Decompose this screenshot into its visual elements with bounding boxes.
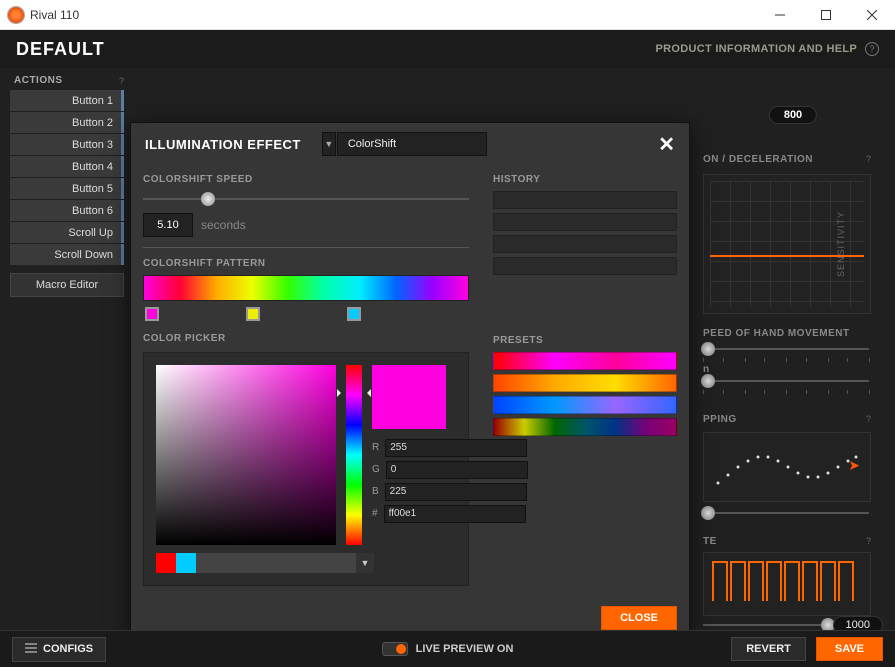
swatch[interactable] (296, 553, 316, 573)
save-button[interactable]: SAVE (816, 637, 883, 661)
acceleration-graph[interactable]: SENSITIVITY (703, 174, 871, 314)
swatch[interactable] (236, 553, 256, 573)
history-label: HISTORY (493, 174, 677, 185)
configs-label: CONFIGS (43, 643, 93, 655)
current-color-swatch (372, 365, 446, 429)
swatch[interactable] (196, 553, 216, 573)
help-icon[interactable]: ? (866, 154, 871, 164)
app-logo-icon (8, 7, 24, 23)
maximize-button[interactable] (803, 0, 849, 30)
effect-dropdown[interactable]: ▼ ColorShift (337, 132, 487, 156)
app-header: DEFAULT PRODUCT INFORMATION AND HELP ? (0, 30, 895, 68)
swatch[interactable] (336, 553, 356, 573)
preset-1[interactable] (493, 352, 677, 370)
modal-close-x[interactable]: ✕ (658, 132, 675, 157)
close-window-button[interactable] (849, 0, 895, 30)
swatch[interactable] (176, 553, 196, 573)
hand-speed-label: PEED OF HAND MOVEMENT (703, 328, 850, 339)
polling-rate-graph (703, 552, 871, 616)
action-button-3[interactable]: Button 3 (10, 134, 124, 155)
g-label: G (372, 464, 380, 475)
help-icon[interactable]: ? (865, 42, 879, 56)
hue-bar[interactable] (346, 365, 362, 545)
on-slider-knob[interactable] (701, 374, 715, 388)
history-slot[interactable] (493, 213, 677, 231)
saturation-value-area[interactable] (156, 365, 336, 545)
window-title: Rival 110 (30, 8, 79, 22)
minimize-button[interactable] (757, 0, 803, 30)
cpi-value[interactable]: 800 (769, 106, 817, 124)
history-slot[interactable] (493, 191, 677, 209)
speed-slider-knob[interactable] (201, 192, 215, 206)
close-button[interactable]: CLOSE (601, 606, 677, 630)
actions-label: ACTIONS (10, 72, 63, 90)
acceleration-label: ON / DECELERATION (703, 154, 813, 165)
profile-name: DEFAULT (16, 39, 105, 60)
help-icon[interactable]: ? (866, 414, 871, 424)
sensitivity-axis-label: SENSITIVITY (836, 211, 846, 277)
actions-sidebar: ACTIONS ? Button 1Button 2Button 3Button… (10, 72, 124, 297)
color-picker-label: COLOR PICKER (143, 333, 469, 344)
preset-4[interactable] (493, 418, 677, 436)
hex-label: # (372, 508, 378, 519)
polling-rate-label: TE (703, 536, 717, 547)
pattern-marker[interactable] (347, 307, 361, 321)
presets-label: PRESETS (493, 335, 677, 346)
preset-2[interactable] (493, 374, 677, 392)
angle-snapping-label: PPING (703, 414, 737, 425)
history-slot[interactable] (493, 257, 677, 275)
speed-unit: seconds (201, 218, 246, 232)
action-button-5[interactable]: Button 5 (10, 178, 124, 199)
snapping-slider-knob[interactable] (701, 506, 715, 520)
action-button-6[interactable]: Button 6 (10, 200, 124, 221)
pattern-marker[interactable] (246, 307, 260, 321)
colorshift-pattern-label: COLORSHIFT PATTERN (143, 258, 469, 269)
action-scroll-up[interactable]: Scroll Up (10, 222, 124, 243)
window-titlebar: Rival 110 (0, 0, 895, 30)
action-scroll-down[interactable]: Scroll Down (10, 244, 124, 265)
effect-selected: ColorShift (348, 138, 396, 150)
swatch[interactable] (256, 553, 276, 573)
help-icon[interactable]: ? (119, 76, 124, 86)
action-button-2[interactable]: Button 2 (10, 112, 124, 133)
revert-button[interactable]: REVERT (731, 637, 806, 661)
r-label: R (372, 442, 379, 453)
bottom-bar: CONFIGS LIVE PREVIEW ON REVERT SAVE (0, 630, 895, 667)
live-preview-toggle[interactable]: LIVE PREVIEW ON (382, 642, 514, 656)
live-preview-label: LIVE PREVIEW ON (416, 643, 514, 655)
history-slot[interactable] (493, 235, 677, 253)
color-swatches: ▼ (156, 553, 456, 573)
action-button-4[interactable]: Button 4 (10, 156, 124, 177)
speed-slider[interactable] (143, 191, 469, 207)
settings-right-panel: 800 ON / DECELERATION ? SENSITIVITY PEED… (703, 68, 883, 630)
modal-title: ILLUMINATION EFFECT (145, 137, 301, 152)
action-button-1[interactable]: Button 1 (10, 90, 124, 111)
swatch[interactable] (316, 553, 336, 573)
product-info-link[interactable]: PRODUCT INFORMATION AND HELP (655, 43, 857, 55)
swatch-more-icon[interactable]: ▼ (356, 553, 374, 573)
preset-3[interactable] (493, 396, 677, 414)
pattern-marker[interactable] (145, 307, 159, 321)
dropdown-arrow-icon[interactable]: ▼ (322, 132, 336, 156)
color-picker: R G B # (143, 352, 469, 586)
b-label: B (372, 486, 379, 497)
speed-slider-knob[interactable] (701, 342, 715, 356)
hamburger-icon (25, 643, 37, 656)
colorshift-speed-label: COLORSHIFT SPEED (143, 174, 469, 185)
configs-button[interactable]: CONFIGS (12, 637, 106, 662)
angle-snapping-graph[interactable]: ➤ (703, 432, 871, 502)
help-icon[interactable]: ? (866, 536, 871, 546)
swatch[interactable] (156, 553, 176, 573)
swatch[interactable] (216, 553, 236, 573)
speed-input[interactable] (143, 213, 193, 237)
illumination-effect-modal: ILLUMINATION EFFECT ▼ ColorShift ✕ COLOR… (130, 122, 690, 640)
toggle-switch[interactable] (382, 642, 408, 656)
colorshift-spectrum[interactable] (143, 275, 469, 301)
macro-editor-button[interactable]: Macro Editor (10, 273, 124, 297)
swatch[interactable] (276, 553, 296, 573)
